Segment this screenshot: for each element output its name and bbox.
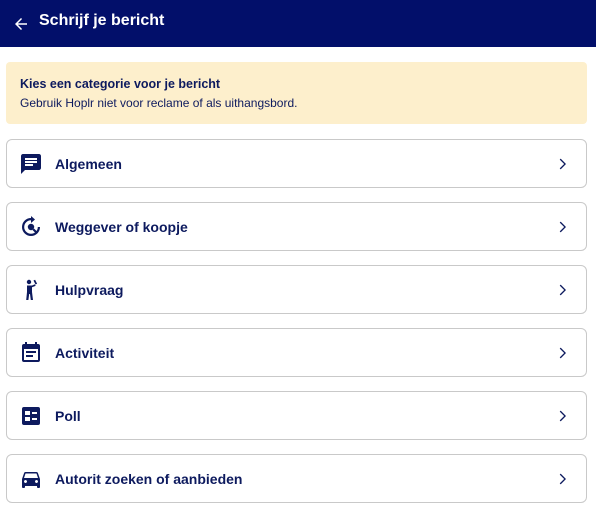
category-label: Algemeen (55, 155, 122, 172)
back-button[interactable] (9, 12, 33, 36)
category-list: Algemeen Weggever of koopje Hulpvraag Ac… (6, 139, 587, 517)
category-label: Activiteit (55, 344, 115, 361)
arrow-left-icon (15, 17, 27, 30)
chevron-right-icon (553, 155, 571, 173)
category-item-algemeen[interactable]: Algemeen (6, 139, 587, 188)
category-label: Poll (55, 407, 81, 424)
category-label: Weggever of koopje (55, 218, 188, 235)
chevron-right-icon (553, 218, 571, 236)
page-title: Schrijf je bericht (39, 11, 165, 29)
chevron-right-icon (553, 407, 571, 425)
giveaway-icon (18, 214, 44, 240)
car-icon (18, 466, 44, 492)
poll-icon (18, 403, 44, 429)
help-person-icon (18, 277, 44, 303)
notice-text: Gebruik Hoplr niet voor reclame of als u… (20, 96, 298, 110)
category-label: Hulpvraag (55, 281, 124, 298)
category-item-autorit[interactable]: Autorit zoeken of aanbieden (6, 454, 587, 503)
chevron-right-icon (553, 344, 571, 362)
notice-title: Kies een categorie voor je bericht (20, 77, 221, 91)
calendar-icon (18, 340, 44, 366)
category-label: Autorit zoeken of aanbieden (55, 470, 243, 487)
category-item-activiteit[interactable]: Activiteit (6, 328, 587, 377)
category-item-poll[interactable]: Poll (6, 391, 587, 440)
top-bar: Schrijf je bericht (0, 0, 596, 47)
category-notice: Kies een categorie voor je bericht Gebru… (6, 62, 587, 124)
message-icon (18, 151, 44, 177)
chevron-right-icon (553, 281, 571, 299)
category-item-weggever[interactable]: Weggever of koopje (6, 202, 587, 251)
chevron-right-icon (553, 470, 571, 488)
category-item-hulpvraag[interactable]: Hulpvraag (6, 265, 587, 314)
